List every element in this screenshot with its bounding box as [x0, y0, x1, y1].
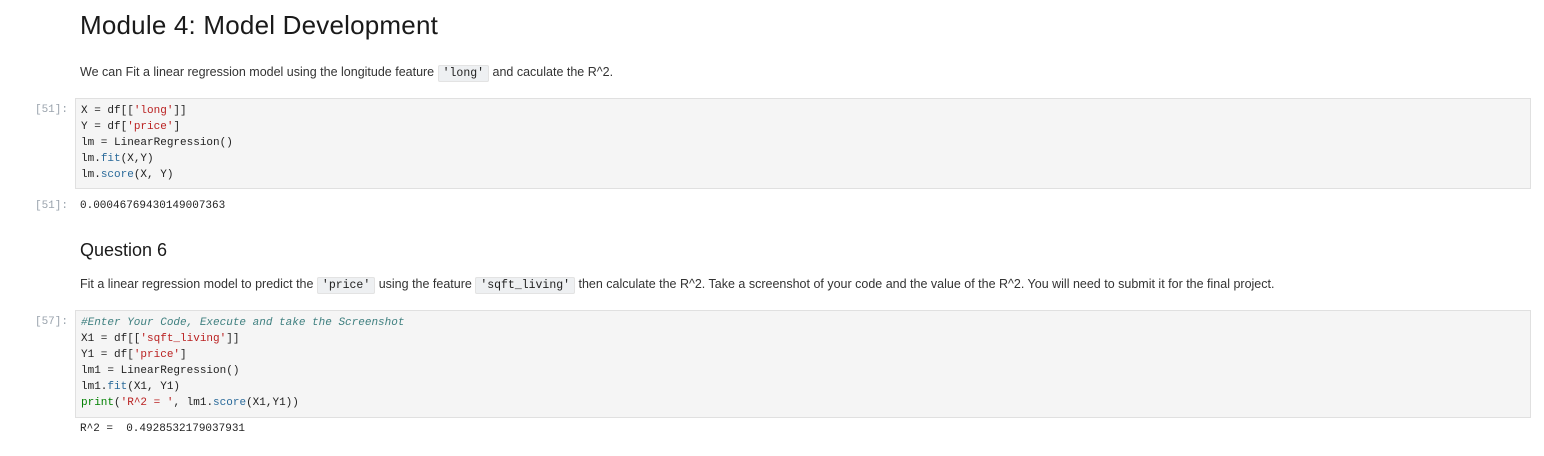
- code-line: X = df[['long']]: [81, 105, 187, 117]
- cell2-output: R^2 = 0.4928532179037931: [80, 423, 246, 435]
- intro-text-before: We can Fit a linear regression model usi…: [80, 65, 438, 79]
- inline-code-sqft-living: 'sqft_living': [475, 277, 576, 294]
- code-cell-2[interactable]: #Enter Your Code, Execute and take the S…: [75, 310, 1531, 418]
- cell2-input-prompt: [57]:: [34, 316, 68, 328]
- code-line: X1 = df[['sqft_living']]: [81, 333, 240, 345]
- code-line: lm1.fit(X1, Y1): [81, 381, 181, 393]
- code-line: Y1 = df['price']: [81, 349, 187, 361]
- code-line: Y = df['price']: [81, 121, 181, 133]
- cell1-output-prompt: [51]:: [34, 200, 68, 212]
- cell1-output: 0.00046769430149007363: [80, 200, 226, 212]
- code-line: lm1 = LinearRegression(): [81, 365, 240, 377]
- code-line: print('R^2 = ', lm1.score(X1,Y1)): [81, 397, 299, 409]
- page-title: Module 4: Model Development: [80, 10, 439, 40]
- inline-code-price: 'price': [316, 277, 376, 294]
- code-cell-2-source[interactable]: #Enter Your Code, Execute and take the S…: [76, 311, 1530, 411]
- intro-paragraph: We can Fit a linear regression model usi…: [80, 65, 614, 82]
- question-paragraph: Fit a linear regression model to predict…: [80, 277, 1275, 294]
- question-text-3: then calculate the R^2. Take a screensho…: [575, 277, 1275, 291]
- code-line: lm = LinearRegression(): [81, 137, 233, 149]
- cell1-input-prompt: [51]:: [34, 104, 68, 116]
- code-line: lm.fit(X,Y): [81, 153, 154, 165]
- question-text-2: using the feature: [375, 277, 476, 291]
- question-title: Question 6: [80, 240, 168, 260]
- code-line: lm.score(X, Y): [81, 169, 174, 181]
- code-cell-1-source[interactable]: X = df[['long']] Y = df['price'] lm = Line…: [76, 99, 1530, 183]
- question-text-1: Fit a linear regression model to predict…: [80, 277, 317, 291]
- code-comment-line: #Enter Your Code, Execute and take the S…: [81, 317, 405, 329]
- inline-code-long: 'long': [437, 65, 490, 82]
- intro-text-after: and caculate the R^2.: [489, 65, 614, 79]
- code-cell-1[interactable]: X = df[['long']] Y = df['price'] lm = Line…: [75, 98, 1531, 189]
